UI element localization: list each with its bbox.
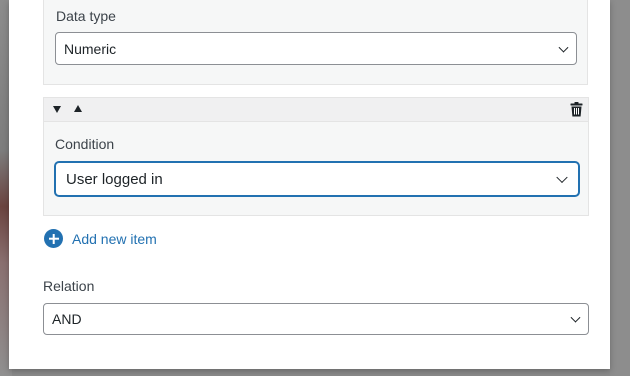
relation-label: Relation (43, 278, 95, 294)
condition-item: Condition User logged in (43, 97, 589, 216)
relation-value: AND (52, 311, 82, 327)
data-type-select[interactable]: Numeric (55, 32, 577, 65)
data-type-value: Numeric (64, 40, 117, 57)
move-up-icon[interactable] (74, 105, 82, 112)
background-right (610, 0, 630, 376)
add-new-item-label: Add new item (72, 230, 157, 247)
condition-value: User logged in (66, 170, 163, 188)
condition-select[interactable]: User logged in (55, 162, 579, 196)
chevron-down-icon (558, 42, 569, 53)
data-type-group: Data type Numeric (43, 0, 588, 85)
move-down-icon[interactable] (53, 106, 61, 113)
condition-label: Condition (55, 136, 115, 152)
plus-circle-icon (44, 229, 63, 248)
chevron-down-icon (556, 171, 568, 184)
trash-icon[interactable] (570, 102, 583, 117)
chevron-down-icon (570, 312, 581, 323)
add-new-item-button[interactable]: Add new item (44, 229, 157, 248)
settings-panel: Data type Numeric Condition User logged … (9, 0, 610, 369)
item-header (44, 98, 588, 122)
data-type-label: Data type (56, 8, 116, 24)
relation-select[interactable]: AND (43, 303, 589, 335)
